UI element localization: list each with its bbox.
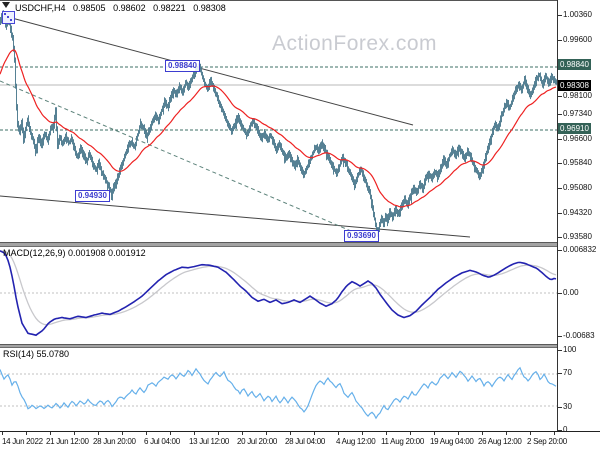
macd-panel[interactable]: MACD(12,26,9) 0.001908 0.001912 (0, 247, 557, 345)
axis-divider (557, 0, 558, 431)
time-axis-tick (170, 432, 171, 435)
time-axis-tick (554, 432, 555, 435)
time-axis-tick (482, 432, 483, 435)
rsi-label: RSI(14) 55.0780 (3, 349, 70, 359)
rsi-axis-label: 30 (558, 402, 572, 411)
object-anchor-icon[interactable] (2, 11, 15, 24)
price-high: 0.98602 (113, 3, 146, 13)
time-axis-tick (458, 432, 459, 435)
time-axis-tick (26, 432, 27, 435)
time-axis-tick (314, 432, 315, 435)
price-axis-label: 0.97340 (558, 109, 592, 118)
symbol-info: USDCHF,H4 0.98505 0.98602 0.98221 0.9830… (15, 3, 231, 13)
time-axis-label: 26 Aug 12:00 (478, 437, 522, 446)
macd-axis-label: -0.00683 (558, 331, 595, 340)
price-axis-label: 0.99600 (558, 35, 592, 44)
time-axis-tick (362, 432, 363, 435)
time-axis-tick (386, 432, 387, 435)
time-axis-label: 2 Sep 20:00 (527, 437, 567, 446)
time-axis-label: 28 Jun 20:00 (93, 437, 136, 446)
time-axis-tick (2, 432, 3, 435)
price-axis-label: 0.95840 (558, 158, 592, 167)
time-axis-tick (218, 432, 219, 435)
chart-object-price-tag[interactable]: 0.93690 (344, 230, 379, 242)
time-axis-tick (530, 432, 531, 435)
current-price-tag: 0.98308 (558, 80, 591, 91)
rsi-canvas[interactable] (0, 348, 557, 431)
price-axis-label: 0.96600 (558, 134, 592, 143)
price-axis-label: 0.95080 (558, 183, 592, 192)
time-axis[interactable]: 14 Jun 2022 21 Jun 12:00 28 Jun 20:00 6 Jul… (0, 431, 600, 450)
price-open: 0.98505 (73, 3, 106, 13)
rsi-axis-label: 70 (558, 368, 572, 377)
time-axis-tick (434, 432, 435, 435)
price-close: 0.98308 (193, 3, 226, 13)
time-axis-label: 28 Jul 04:00 (285, 437, 325, 446)
time-axis-label: 11 Aug 20:00 (381, 437, 424, 446)
price-level-tag: 0.96910 (558, 123, 591, 134)
time-axis-label: 20 Jul 20:00 (237, 437, 277, 446)
price-level-tag: 0.98840 (558, 59, 591, 70)
price-axis-label: 0.94320 (558, 208, 592, 217)
macd-canvas[interactable] (0, 247, 557, 345)
price-axis-label: 0.98100 (558, 91, 592, 100)
time-axis-tick (50, 432, 51, 435)
time-axis-label: 4 Aug 12:00 (336, 437, 376, 446)
time-axis-tick (410, 432, 411, 435)
chart-window: ActionForex.com USDCHF,H4 0.98505 0.9860… (0, 0, 600, 450)
time-axis-tick (122, 432, 123, 435)
time-axis-tick (290, 432, 291, 435)
rsi-panel[interactable]: RSI(14) 55.0780 (0, 348, 557, 431)
time-axis-tick (98, 432, 99, 435)
time-axis-tick (242, 432, 243, 435)
chart-shift-icon (2, 2, 10, 8)
time-axis-tick (194, 432, 195, 435)
time-axis-label: 14 Jun 2022 (2, 437, 43, 446)
time-axis-tick (146, 432, 147, 435)
rsi-axis-label: 100 (557, 345, 577, 354)
price-chart-canvas[interactable] (0, 1, 557, 244)
time-axis-tick (506, 432, 507, 435)
symbol-label: USDCHF,H4 (15, 3, 66, 13)
chart-object-price-tag[interactable]: 0.94930 (75, 190, 110, 202)
price-low: 0.98221 (153, 3, 186, 13)
chart-object-price-tag[interactable]: 0.98840 (165, 60, 200, 72)
price-axis[interactable]: 1.00360 0.99600 0.98840 0.98308 0.98100 0.973… (557, 0, 600, 434)
macd-axis-label: 0.006832 (557, 245, 597, 254)
time-axis-tick (74, 432, 75, 435)
price-axis-label: 1.00360 (558, 10, 592, 19)
time-axis-label: 19 Aug 04:00 (430, 437, 474, 446)
macd-axis-label: 0.00 (558, 288, 579, 297)
time-axis-tick (266, 432, 267, 435)
time-axis-label: 6 Jul 04:00 (144, 437, 180, 446)
time-axis-tick (338, 432, 339, 435)
main-price-chart[interactable]: ActionForex.com USDCHF,H4 0.98505 0.9860… (0, 0, 557, 243)
time-axis-label: 21 Jun 12:00 (46, 437, 89, 446)
time-axis-label: 13 Jul 12:00 (189, 437, 229, 446)
macd-label: MACD(12,26,9) 0.001908 0.001912 (3, 248, 146, 258)
price-axis-label: 0.93580 (558, 232, 592, 241)
